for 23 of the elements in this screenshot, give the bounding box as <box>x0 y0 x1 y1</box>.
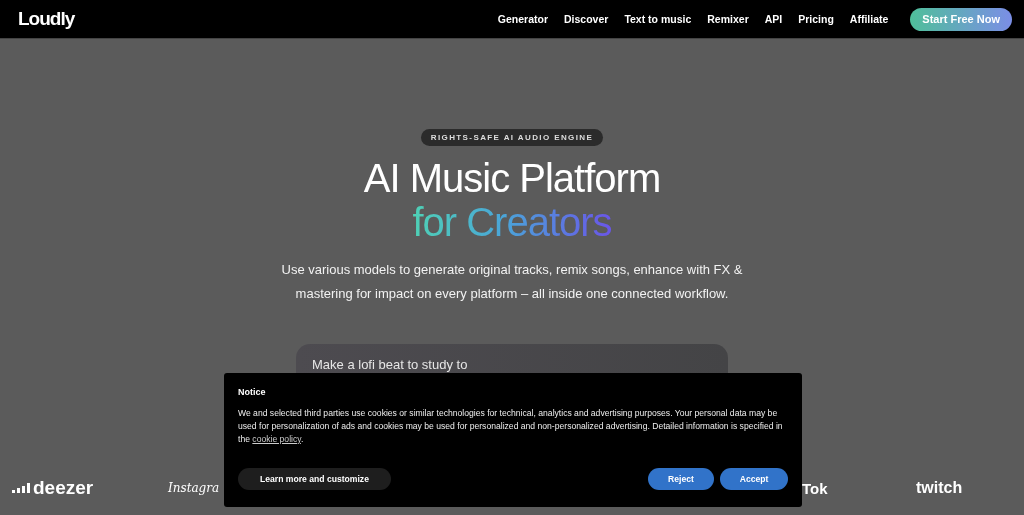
logo[interactable]: Loudly <box>18 8 75 30</box>
nav-link[interactable]: Generator <box>497 13 548 25</box>
notice-text: We and selected third parties use cookies or similar technologies for technical, analytics and advertising purposes. Your personal data may be used for personalization of ads and cookies may be used for personalized and non-personalized advertising. Detailed information is specified in the cookie policy. <box>238 407 784 446</box>
partner-logo: Tok <box>802 479 829 497</box>
nav-link[interactable]: Discover <box>564 13 609 25</box>
partner-logo: deezer <box>12 477 168 499</box>
nav-link[interactable]: API <box>764 13 783 25</box>
nav-link[interactable]: Pricing <box>798 13 834 25</box>
partner-logo: twitch <box>916 479 963 497</box>
nav-link[interactable]: Text to music <box>624 13 692 25</box>
prompt-field[interactable]: Make a lofi beat to study to <box>296 344 728 373</box>
cookie-policy-link[interactable]: cookie policy <box>252 434 301 444</box>
nav-link[interactable]: Affiliate <box>849 13 889 25</box>
hero-badge: RIGHTS-SAFE AI AUDIO ENGINE <box>420 129 604 146</box>
hero-subtitle: Use various models to generate original tracks, remix songs, enhance with FX & mastering for impact on every platform – all inside one connected workflow. <box>280 261 744 303</box>
nav-link[interactable]: Remixer <box>707 13 749 25</box>
notice-button[interactable]: Learn more and customize <box>238 468 391 490</box>
partner-logo: Instagra <box>168 481 221 495</box>
hero-title: AI Music Platform <box>363 156 661 200</box>
notice-title: Notice <box>238 387 267 397</box>
notice-button[interactable]: Reject <box>648 468 714 490</box>
equalizer-icon <box>12 483 30 493</box>
notice-button[interactable]: Accept <box>720 468 788 490</box>
